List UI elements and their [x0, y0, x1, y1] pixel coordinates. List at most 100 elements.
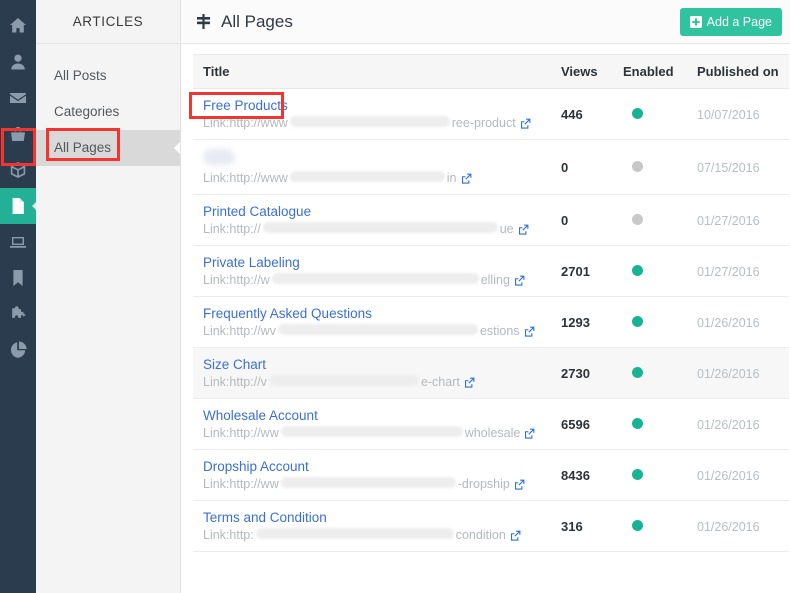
- status-dot-disabled[interactable]: [632, 160, 643, 172]
- rail-item-bookmark[interactable]: [0, 260, 36, 296]
- column-header-published-on[interactable]: Published on: [689, 54, 789, 89]
- cell-title: Terms and Condition Link: http: condition: [193, 500, 553, 552]
- published-date: 07/15/2016: [697, 160, 760, 175]
- sidebar-item-all-posts[interactable]: All Posts: [36, 58, 180, 94]
- page-url-row: Link: http://w elling: [203, 273, 545, 287]
- link-prefix-label: Link:: [203, 273, 230, 287]
- redacted-url-segment: [280, 426, 463, 437]
- external-link-icon[interactable]: [464, 375, 475, 389]
- status-dot-enabled[interactable]: [632, 417, 643, 429]
- rail-item-pie-chart[interactable]: [0, 332, 36, 368]
- table-row[interactable]: Dropship Account Link: http://ww -dropship…: [193, 449, 789, 501]
- page-title-link[interactable]: Size Chart: [203, 357, 266, 372]
- plus-square-icon: [689, 15, 702, 28]
- rail-item-home[interactable]: [0, 8, 36, 44]
- rail-item-puzzle[interactable]: [0, 296, 36, 332]
- cell-published-on: 01/26/2016: [689, 296, 789, 348]
- page-url-suffix: elling: [480, 273, 510, 287]
- link-prefix-label: Link:: [203, 528, 230, 542]
- page-url-prefix: http:: [229, 528, 254, 542]
- page-url-row: Link: http://ww wholesale: [203, 426, 545, 440]
- page-title-link[interactable]: Dropship Account: [203, 459, 309, 474]
- sidebar-item-categories[interactable]: Categories: [36, 94, 180, 130]
- published-date: 01/26/2016: [697, 417, 760, 432]
- bookmark-icon: [8, 268, 28, 288]
- rail-item-file[interactable]: [0, 188, 36, 224]
- status-dot-enabled[interactable]: [632, 468, 643, 480]
- pages-table-container: Title Views Enabled Published on Free Pr…: [181, 44, 790, 593]
- views-count: 0: [561, 159, 569, 175]
- views-count: 6596: [561, 416, 590, 432]
- main-content: All Pages Add a Page Title Views Enabled…: [181, 0, 790, 593]
- external-link-icon[interactable]: [520, 116, 531, 130]
- rail-item-user[interactable]: [0, 44, 36, 80]
- cell-title: Frequently Asked Questions Link: http://w…: [193, 296, 553, 348]
- table-row[interactable]: Link: http://www in 0 07/15/2016: [193, 139, 789, 195]
- cell-enabled: [615, 88, 689, 140]
- page-title-link[interactable]: Printed Catalogue: [203, 204, 311, 219]
- external-link-icon[interactable]: [524, 324, 535, 338]
- cell-views: 2701: [553, 245, 615, 297]
- pages-table-body: Free Products Link: http://www ree-product…: [193, 88, 789, 552]
- page-url-row: Link: http:// ue: [203, 222, 545, 236]
- rail-item-bag[interactable]: [0, 116, 36, 152]
- sidebar-item-label: Categories: [54, 104, 120, 119]
- cell-published-on: 07/15/2016: [689, 139, 789, 195]
- table-row[interactable]: Printed Catalogue Link: http:// ue 0 01/27/2…: [193, 194, 789, 246]
- column-header-title[interactable]: Title: [193, 54, 553, 89]
- external-link-icon[interactable]: [514, 273, 525, 287]
- status-dot-enabled[interactable]: [632, 264, 643, 276]
- page-title: All Pages: [221, 11, 293, 31]
- table-row[interactable]: Free Products Link: http://www ree-product…: [193, 88, 789, 140]
- cell-enabled: [615, 449, 689, 501]
- published-date: 01/26/2016: [697, 519, 760, 534]
- page-url-prefix: http://ww: [229, 426, 279, 440]
- external-link-icon[interactable]: [514, 477, 525, 491]
- status-dot-disabled[interactable]: [632, 213, 643, 225]
- add-a-page-button[interactable]: Add a Page: [679, 7, 782, 36]
- cell-title: Dropship Account Link: http://ww -dropship: [193, 449, 553, 501]
- page-title-link[interactable]: Free Products: [203, 98, 288, 113]
- published-date: 01/26/2016: [697, 315, 760, 330]
- page-url-suffix: ree-product: [451, 116, 516, 130]
- bag-icon: [8, 124, 28, 144]
- column-header-enabled[interactable]: Enabled: [615, 54, 689, 89]
- external-link-icon[interactable]: [524, 426, 535, 440]
- table-row[interactable]: Private Labeling Link: http://w elling 2701…: [193, 245, 789, 297]
- page-url-suffix: e-chart: [420, 375, 460, 389]
- external-link-icon[interactable]: [510, 528, 521, 542]
- table-row[interactable]: Wholesale Account Link: http://ww wholesal…: [193, 398, 789, 450]
- rail-item-laptop[interactable]: [0, 224, 36, 260]
- table-row[interactable]: Size Chart Link: http://v e-chart 2730 01/26…: [193, 347, 789, 399]
- rail-item-envelope[interactable]: [0, 80, 36, 116]
- page-title-group: All Pages: [195, 12, 293, 32]
- status-dot-enabled[interactable]: [632, 107, 643, 119]
- page-url-row: Link: http://www ree-product: [203, 116, 545, 130]
- pages-table: Title Views Enabled Published on Free Pr…: [193, 54, 789, 552]
- cell-published-on: 01/26/2016: [689, 500, 789, 552]
- views-count: 1293: [561, 314, 590, 330]
- page-url-row: Link: http://v e-chart: [203, 375, 545, 389]
- table-row[interactable]: Frequently Asked Questions Link: http://w…: [193, 296, 789, 348]
- sidebar-item-all-pages[interactable]: All Pages: [36, 130, 180, 166]
- page-url-prefix: http://w: [229, 273, 270, 287]
- cell-enabled: [615, 398, 689, 450]
- status-dot-enabled[interactable]: [632, 315, 643, 327]
- external-link-icon[interactable]: [518, 222, 529, 236]
- redacted-url-segment: [271, 273, 479, 284]
- cell-enabled: [615, 500, 689, 552]
- page-title-link[interactable]: Wholesale Account: [203, 408, 318, 423]
- page-url-row: Link: http://ww -dropship: [203, 477, 545, 491]
- link-prefix-label: Link:: [203, 324, 230, 338]
- page-title-link[interactable]: Terms and Condition: [203, 510, 327, 525]
- page-root: ARTICLES All Posts Categories All Pages Al…: [0, 0, 790, 593]
- rail-item-box[interactable]: [0, 152, 36, 188]
- table-row[interactable]: Terms and Condition Link: http: condition…: [193, 500, 789, 552]
- status-dot-enabled[interactable]: [632, 519, 643, 531]
- column-header-views[interactable]: Views: [553, 54, 615, 89]
- status-dot-enabled[interactable]: [632, 366, 643, 378]
- page-title-link[interactable]: Private Labeling: [203, 255, 300, 270]
- page-title-link[interactable]: Frequently Asked Questions: [203, 306, 372, 321]
- page-url-suffix: -dropship: [457, 477, 510, 491]
- external-link-icon[interactable]: [461, 171, 472, 185]
